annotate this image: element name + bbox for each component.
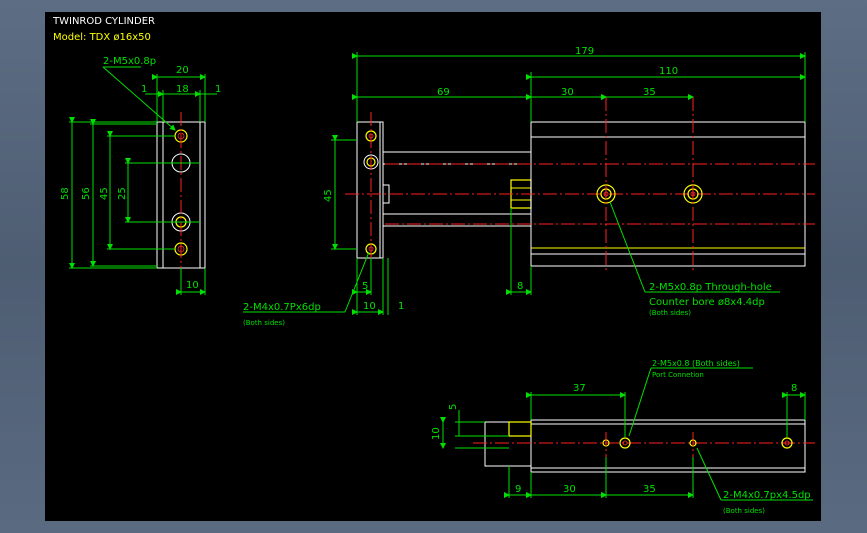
side-dim-1: 1 <box>398 301 404 312</box>
bottom-dim-5: 5 <box>448 404 459 410</box>
bottom-note-m4: 2-M4x0.7px4.5dp <box>723 490 811 501</box>
bottom-note-port: 2-M5x0.8 (Both sides) <box>652 359 740 368</box>
cad-drawing-viewport[interactable]: TWINROD CYLINDER Model: TDX ø16x50 20 18… <box>45 12 821 521</box>
bottom-dim-37: 37 <box>573 383 586 394</box>
side-dim-35: 35 <box>643 87 656 98</box>
front-dim-20: 20 <box>176 65 189 76</box>
side-note-m4: 2-M4x0.7Px6dp <box>243 302 321 313</box>
side-dim-30: 30 <box>561 87 574 98</box>
side-dim-179: 179 <box>575 46 594 57</box>
front-dim-1-left: 1 <box>141 84 147 95</box>
side-dim-45: 45 <box>323 189 334 202</box>
side-view: 179 110 69 30 35 45 5 10 1 8 2-M5x0.8p T… <box>243 46 815 327</box>
side-end-plate <box>356 121 384 259</box>
bottom-end-block <box>484 421 532 467</box>
bottom-note-m4-sub: (Both sides) <box>723 507 765 515</box>
bottom-dim-10: 10 <box>431 427 442 440</box>
bottom-dim-8: 8 <box>791 383 797 394</box>
cad-drawing: TWINROD CYLINDER Model: TDX ø16x50 20 18… <box>52 16 815 515</box>
side-dim-8: 8 <box>517 281 523 292</box>
drawing-model: Model: TDX ø16x50 <box>53 32 151 43</box>
bottom-view: 37 8 5 10 9 30 35 2-M5x0.8 (Both sides) … <box>431 359 815 515</box>
front-dim-58: 58 <box>60 187 71 200</box>
front-dim-18: 18 <box>176 84 189 95</box>
side-dim-69: 69 <box>437 87 450 98</box>
side-dim-10: 10 <box>363 301 376 312</box>
front-dim-45: 45 <box>99 187 110 200</box>
side-note-counterbore: Counter bore ø8x4.4dp <box>649 297 765 308</box>
front-dim-25: 25 <box>117 187 128 200</box>
front-dim-1-right: 1 <box>215 84 221 95</box>
bottom-dim-35: 35 <box>643 484 656 495</box>
drawing-title: TWINROD CYLINDER <box>52 16 155 27</box>
bottom-note-port-sub: Port Connetion <box>652 371 704 379</box>
bottom-dim-30: 30 <box>563 484 576 495</box>
front-callout: 2-M5x0.8p <box>103 56 156 67</box>
side-note-through-hole: 2-M5x0.8p Through-hole <box>649 282 772 293</box>
front-dim-56: 56 <box>81 187 92 200</box>
bottom-cylinder-body <box>530 419 806 473</box>
side-dim-110: 110 <box>659 66 678 77</box>
side-dim-5: 5 <box>362 281 368 292</box>
side-note2-sub: (Both sides) <box>243 319 285 327</box>
bottom-dim-9: 9 <box>515 484 521 495</box>
front-view: 20 18 1 1 2-M5x0.8p 58 56 45 25 10 <box>60 56 221 295</box>
front-dim-10: 10 <box>186 280 199 291</box>
side-note1-sub: (Both sides) <box>649 309 691 317</box>
